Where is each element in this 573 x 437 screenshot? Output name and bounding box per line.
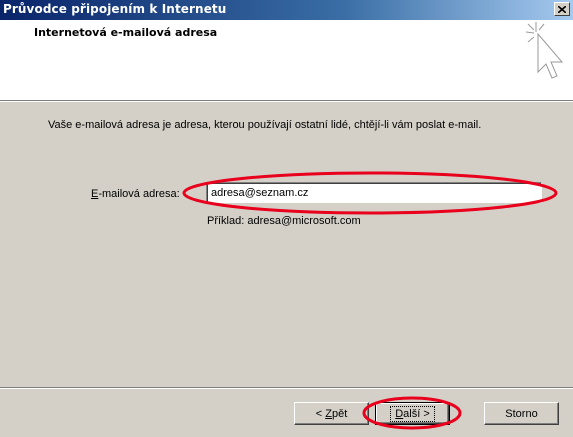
wizard-header: Internetová e-mailová adresa: [0, 20, 573, 100]
example-text: Příklad: adresa@microsoft.com: [207, 215, 361, 227]
page-title: Internetová e-mailová adresa: [34, 26, 218, 39]
close-icon: [558, 5, 566, 13]
email-label: E-mailová adresa:: [91, 188, 180, 200]
description-text: Vaše e-mailová adresa je adresa, kterou …: [48, 119, 482, 131]
back-accelerator: Z: [325, 407, 332, 420]
wizard-dialog: Průvodce připojením k Internetu Internet…: [0, 0, 573, 437]
back-prefix: <: [315, 407, 326, 420]
email-input[interactable]: [206, 182, 542, 203]
email-label-text: -mailová adresa:: [98, 188, 180, 200]
cancel-button[interactable]: Storno: [484, 402, 559, 425]
back-button[interactable]: < Zpět: [294, 402, 369, 425]
wizard-sparkle-cursor-icon: [525, 22, 564, 79]
header-divider: [0, 100, 573, 102]
title-bar[interactable]: Průvodce připojením k Internetu: [0, 0, 573, 20]
next-label: alší >: [403, 407, 430, 420]
footer-divider: [0, 387, 573, 389]
window-title: Průvodce připojením k Internetu: [3, 2, 227, 16]
back-label: pět: [331, 407, 348, 420]
close-button[interactable]: [554, 2, 570, 16]
next-focus-rect: Další >: [390, 405, 435, 422]
next-button[interactable]: Další >: [375, 402, 450, 425]
next-accelerator: D: [395, 407, 404, 420]
